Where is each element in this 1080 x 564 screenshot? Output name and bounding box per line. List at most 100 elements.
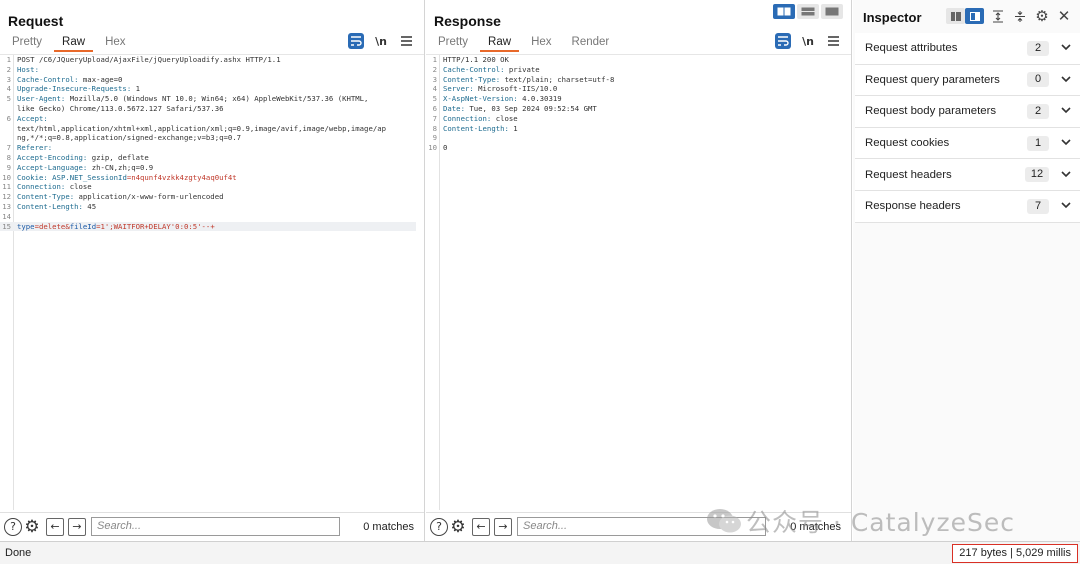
response-pane: Response Pretty Raw Hex Render \n 1 HTTP/… [426, 0, 852, 541]
response-tab-raw[interactable]: Raw [480, 34, 520, 52]
chevron-down-icon[interactable] [1061, 75, 1071, 85]
response-tab-pretty[interactable]: Pretty [430, 34, 476, 52]
request-search-bar: ? ⚙ ← → Search... 0 matches [0, 512, 424, 540]
arrow-left-icon[interactable]: ← [46, 517, 64, 536]
line-text: HTTP/1.1 200 OK [443, 55, 509, 64]
menu-icon[interactable] [825, 33, 841, 49]
inspector-section[interactable]: Request headers 12 [855, 159, 1080, 191]
line-text: ng,*/*;q=0.8,application/signed-exchange… [17, 133, 242, 143]
line-content: Connection: close [14, 182, 92, 192]
help-icon[interactable]: ? [4, 517, 22, 536]
line-content [440, 133, 443, 143]
inspector-layout-list-icon[interactable] [946, 8, 965, 24]
code-line: 3 Cache-Control: max-age=0 [0, 75, 424, 85]
code-line: 15 type=delete&fileId=1';WAITFOR+DELAY'0:… [0, 221, 416, 232]
line-content [14, 212, 17, 222]
request-tab-pretty[interactable]: Pretty [4, 34, 50, 52]
body-param-name: fileId [69, 221, 97, 231]
wrap-icon[interactable] [348, 33, 364, 49]
request-editor-tools: \n [348, 33, 414, 49]
newline-icon[interactable]: \n [373, 33, 389, 49]
line-number [0, 124, 14, 134]
layout-side-by-side-icon[interactable] [773, 4, 795, 19]
line-content: Content-Type: application/x-www-form-url… [14, 192, 224, 202]
chevron-down-icon[interactable] [1061, 106, 1071, 116]
inspector-section[interactable]: Request attributes 2 [855, 33, 1080, 65]
header-name: Cache-Control: [443, 64, 505, 74]
layout-toggle [773, 4, 843, 19]
gear-icon[interactable]: ⚙ [449, 517, 467, 537]
newline-icon[interactable]: \n [800, 33, 816, 49]
gear-icon[interactable]: ⚙ [23, 517, 41, 537]
code-line: 10 0 [426, 143, 851, 153]
chevron-down-icon[interactable] [1061, 138, 1071, 148]
line-content: Accept: [14, 114, 48, 124]
body-param-name: type [17, 221, 35, 231]
inspector-section[interactable]: Request cookies 1 [855, 127, 1080, 160]
request-search-input[interactable]: Search... [91, 517, 340, 536]
header-name: X-AspNet-Version: [443, 94, 518, 104]
arrow-right-icon[interactable]: → [68, 517, 86, 536]
code-line: 1 HTTP/1.1 200 OK [426, 55, 851, 65]
response-editor[interactable]: 1 HTTP/1.1 200 OK 2 Cache-Control: private 3… [426, 54, 851, 510]
arrow-right-icon[interactable]: → [494, 517, 512, 536]
header-value: 4.0.30319 [517, 94, 562, 104]
inspector-title: Inspector [863, 10, 922, 25]
response-tab-hex[interactable]: Hex [523, 34, 559, 52]
code-line: 12 Content-Type: application/x-www-form-u… [0, 192, 424, 202]
request-tab-hex[interactable]: Hex [97, 34, 133, 52]
expand-all-icon[interactable] [990, 8, 1006, 24]
code-line: 11 Connection: close [0, 182, 424, 192]
inspector-section[interactable]: Request query parameters 0 [855, 64, 1080, 97]
header-name: Accept-Encoding: [17, 152, 88, 162]
inspector-section-label: Request headers [865, 168, 952, 181]
chevron-down-icon[interactable] [1061, 201, 1071, 211]
arrow-left-icon[interactable]: ← [472, 517, 490, 536]
code-line: text/html,application/xhtml+xml,applicat… [0, 124, 424, 134]
header-value: 1 [131, 84, 141, 94]
response-tab-render[interactable]: Render [564, 34, 618, 52]
cookie-name: ASP.NET_SessionId [47, 172, 127, 182]
line-number: 6 [432, 103, 437, 113]
chevron-down-icon[interactable] [1061, 170, 1071, 180]
line-number: 10 [428, 143, 437, 153]
code-line: like Gecko) Chrome/113.0.5672.127 Safari… [0, 104, 424, 114]
request-pane: Request Pretty Raw Hex \n 1 POST /C6/JQue… [0, 0, 425, 541]
line-content: 0 [440, 143, 447, 153]
status-bar: Done 217 bytes | 5,029 millis [0, 541, 1080, 564]
request-tab-raw[interactable]: Raw [54, 34, 94, 52]
line-number: 9 [6, 162, 11, 172]
line-content: Referer: [14, 143, 52, 153]
code-line: 9 [426, 133, 851, 143]
gear-icon[interactable]: ⚙ [1034, 7, 1050, 25]
header-value: 45 [82, 201, 97, 211]
line-content: Content-Length: 45 [14, 202, 96, 212]
inspector-layout-panel-icon[interactable] [965, 8, 984, 24]
collapse-all-icon[interactable] [1012, 8, 1028, 24]
layout-tabs-icon[interactable] [821, 4, 843, 19]
request-editor[interactable]: 1 POST /C6/JQueryUpload/AjaxFile/jQueryUp… [0, 54, 424, 510]
line-content: Accept-Language: zh-CN,zh;q=0.9 [14, 163, 153, 173]
help-icon[interactable]: ? [430, 517, 448, 536]
wrap-icon[interactable] [775, 33, 791, 49]
close-icon[interactable]: ✕ [1056, 7, 1072, 25]
body-param-value: =1';WAITFOR+DELAY'0:0:5'--+ [96, 221, 215, 231]
line-number: 13 [2, 201, 11, 211]
layout-top-bottom-icon[interactable] [797, 4, 819, 19]
cookie-value: =n4qunf4vzkk4zgty4aq0uf4t [126, 172, 237, 182]
line-content: Cache-Control: max-age=0 [14, 75, 122, 85]
line-number: 6 [6, 113, 11, 123]
header-value: private [504, 64, 540, 74]
line-number: 5 [6, 94, 11, 104]
code-line: 2 Cache-Control: private [426, 65, 851, 75]
code-line: 4 Server: Microsoft-IIS/10.0 [426, 84, 851, 94]
inspector-section[interactable]: Response headers 7 [855, 190, 1080, 223]
inspector-section[interactable]: Request body parameters 2 [855, 96, 1080, 128]
header-name: Connection: [443, 113, 492, 123]
line-content: HTTP/1.1 200 OK [440, 55, 509, 65]
line-number: 4 [6, 84, 11, 94]
line-number: 12 [2, 192, 11, 202]
menu-icon[interactable] [398, 33, 414, 49]
line-number [0, 133, 14, 143]
chevron-down-icon[interactable] [1061, 43, 1071, 53]
